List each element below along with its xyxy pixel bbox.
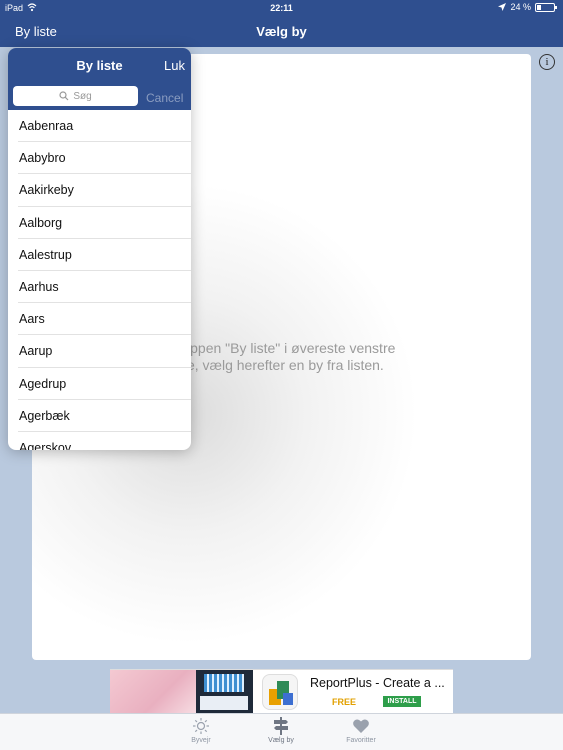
city-list-item[interactable]: Aalborg (18, 207, 191, 239)
city-list-item[interactable]: Agerbæk (18, 400, 191, 432)
city-list-item[interactable]: Aarhus (18, 271, 191, 304)
popover-header: By liste Luk (8, 48, 191, 82)
city-list-item[interactable]: Aakirkeby (18, 174, 191, 207)
tab-label: Byvejr (191, 737, 211, 744)
search-input[interactable]: Søg (13, 86, 138, 106)
city-list-item[interactable]: Aabenraa (18, 110, 191, 143)
city-list-item[interactable]: Agedrup (18, 368, 191, 400)
ad-price: FREE (332, 697, 357, 707)
tab-vaelg-by[interactable]: Vælg by (251, 717, 311, 744)
city-list-popover: By liste Luk Søg Cancel Aabenraa Aabybro A… (8, 48, 191, 450)
page-title: Vælg by (256, 24, 307, 39)
cancel-button[interactable]: Cancel (146, 91, 183, 105)
ad-screenshot (196, 670, 253, 714)
tab-label: Favoritter (346, 737, 376, 744)
city-list-item[interactable]: Aabybro (18, 142, 191, 175)
app-icon (262, 674, 298, 710)
close-button[interactable]: Luk (164, 58, 185, 73)
ad-screenshots (110, 670, 253, 714)
tab-byvejr[interactable]: Byvejr (171, 717, 231, 744)
tab-bar: Byvejr Vælg by Favoritter (0, 713, 563, 750)
signpost-icon (274, 717, 288, 735)
location-arrow-icon (498, 3, 507, 11)
city-list-item[interactable]: Aalestrup (18, 239, 191, 271)
heart-icon (353, 719, 369, 733)
search-placeholder: Søg (73, 90, 92, 102)
city-list: Aabenraa Aabybro Aakirkeby Aalborg Aalestrup… (8, 110, 191, 450)
search-icon (59, 91, 69, 101)
battery-icon (535, 2, 557, 12)
search-bar: Søg Cancel (8, 82, 191, 110)
tab-label: Vælg by (268, 737, 294, 744)
city-list-item[interactable]: Aars (18, 303, 191, 336)
ad-title: ReportPlus - Create a ... (310, 676, 445, 690)
city-list-item[interactable]: Agerskov (18, 432, 191, 450)
ad-screenshot (110, 670, 196, 714)
tab-favoritter[interactable]: Favoritter (331, 717, 391, 744)
info-icon[interactable]: i (539, 54, 555, 70)
sun-icon (193, 718, 209, 734)
battery-percent: 24 % (510, 2, 531, 12)
status-bar: iPad 22:11 24 % (0, 0, 563, 16)
city-list-item[interactable]: Aarup (18, 335, 191, 368)
status-time: 22:11 (270, 3, 293, 13)
ad-banner[interactable]: ReportPlus - Create a ... FREE INSTALL (110, 669, 453, 714)
top-bar: iPad 22:11 24 % By liste Vælg by (0, 0, 563, 47)
install-button[interactable]: INSTALL (383, 696, 421, 707)
